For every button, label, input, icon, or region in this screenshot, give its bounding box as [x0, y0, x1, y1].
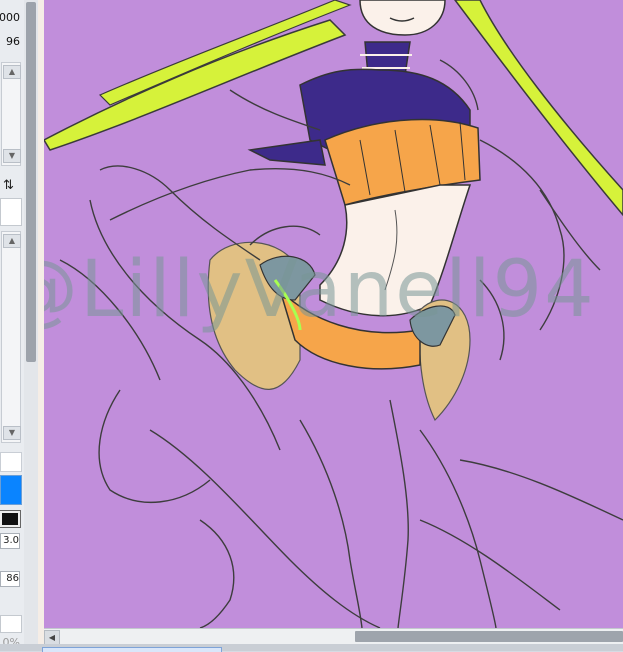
scroll-up-icon[interactable]: ▲	[3, 65, 21, 79]
horizontal-scroll-thumb[interactable]	[355, 631, 623, 642]
scroll-down-icon-2[interactable]: ▼	[3, 426, 21, 440]
hardness-field[interactable]: 86	[0, 571, 20, 587]
primary-color-swatch[interactable]	[0, 475, 22, 505]
opacity-field[interactable]: 3.0	[0, 533, 20, 549]
blend-field[interactable]	[0, 615, 22, 633]
panel-scroll-thumb[interactable]	[26, 2, 36, 362]
stroke-color-swatch[interactable]	[0, 510, 21, 528]
brush-list-scrollbar[interactable]: ▲ ▼	[1, 62, 21, 166]
color-preview-box[interactable]	[0, 198, 22, 226]
scroll-left-icon[interactable]: ◀	[44, 630, 60, 645]
scroll-up-icon-2[interactable]: ▲	[3, 234, 21, 248]
secondary-color-swatch[interactable]	[0, 452, 22, 472]
tool-panel: 000 96 ▲ ▼ ⇅ ▲ ▼ 3.0 86 0%	[0, 0, 25, 651]
canvas-horizontal-scrollbar[interactable]: ◀	[44, 628, 623, 645]
status-strip	[0, 644, 623, 652]
brush-size-value: 000	[0, 11, 20, 24]
watermark-text: @LillyVanell94	[44, 245, 596, 335]
brush-density-value: 96	[6, 35, 20, 48]
drawing-canvas[interactable]: @LillyVanell94	[44, 0, 623, 628]
layer-list-scrollbar[interactable]: ▲ ▼	[1, 231, 21, 443]
scroll-down-icon[interactable]: ▼	[3, 149, 21, 163]
swap-arrows-icon[interactable]: ⇅	[3, 178, 14, 193]
panel-scrollbar[interactable]	[24, 0, 39, 651]
canvas-tab[interactable]	[42, 647, 222, 652]
